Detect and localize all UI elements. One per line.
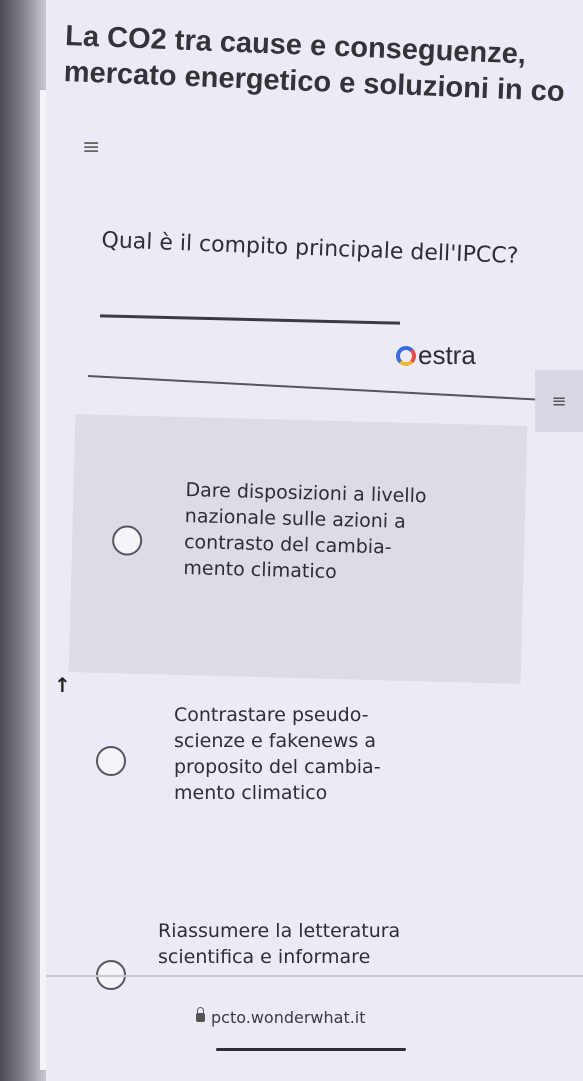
- estra-logo-mark-icon: [396, 345, 416, 366]
- divider-line: [87, 375, 568, 403]
- browser-divider: [46, 975, 583, 977]
- question-text: Qual è il compito principale dell'IPCC?: [101, 228, 519, 269]
- hamburger-icon: ≡: [551, 390, 567, 412]
- side-menu-tab[interactable]: ≡: [535, 370, 583, 432]
- answer-option-3[interactable]: Riassumere la letteratura scientifica e …: [66, 910, 546, 1000]
- answer-option-2[interactable]: Contrastare pseudo- scienze e fakenews a…: [66, 690, 526, 860]
- divider-line: [100, 314, 400, 325]
- course-title: La CO2 tra cause e conseguenze, mercato …: [63, 19, 566, 109]
- answer-option-label: Contrastare pseudo- scienze e fakenews a…: [174, 704, 381, 804]
- radio-button[interactable]: [111, 525, 143, 556]
- answer-option-label: Dare disposizioni a livello nazionale su…: [183, 479, 427, 584]
- url-text: pcto.wonderwhat.it: [211, 1008, 366, 1027]
- url-bar[interactable]: pcto.wonderwhat.it: [196, 1007, 366, 1027]
- lock-icon: [196, 1007, 205, 1022]
- quiz-screen: La CO2 tra cause e conseguenze, mercato …: [46, 0, 583, 1081]
- phone-bezel: [0, 0, 46, 1081]
- brand-name: estra: [418, 340, 476, 370]
- answer-option-label: Riassumere la letteratura scientifica e …: [158, 920, 401, 968]
- hamburger-icon[interactable]: ≡: [82, 137, 102, 159]
- brand-logo: estra: [396, 340, 476, 371]
- answer-option-1[interactable]: Dare disposizioni a livello nazionale su…: [68, 414, 528, 684]
- home-indicator[interactable]: [216, 1048, 406, 1051]
- radio-button[interactable]: [96, 746, 126, 776]
